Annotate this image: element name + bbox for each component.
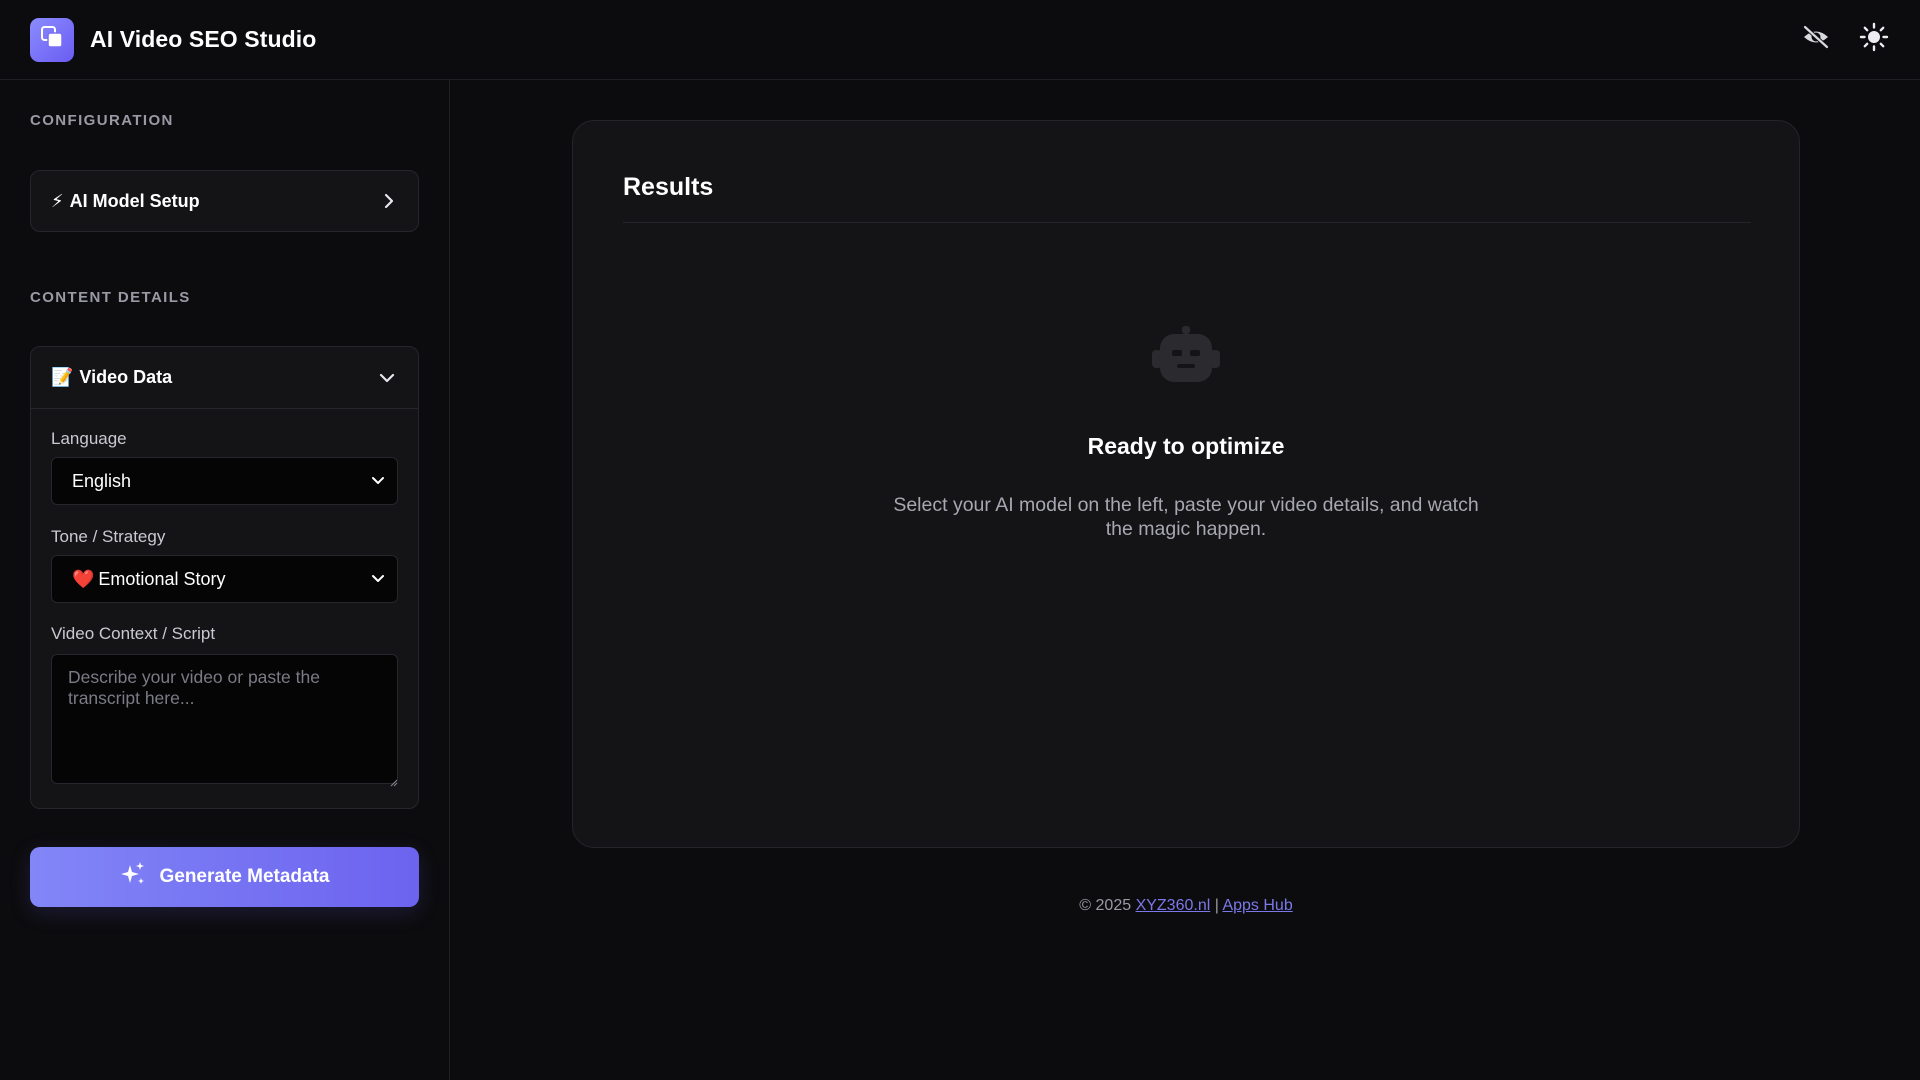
layers-icon <box>39 24 65 55</box>
results-divider <box>623 222 1751 223</box>
content-details-heading: CONTENT DETAILS <box>30 289 191 306</box>
sparkles-icon <box>119 860 147 894</box>
theme-toggle-button[interactable] <box>1858 22 1890 57</box>
language-select[interactable]: English <box>51 457 398 505</box>
tone-label: Tone / Strategy <box>51 527 166 546</box>
lightning-icon: ⚡ <box>51 190 64 211</box>
video-data-header[interactable]: 📝 Video Data <box>31 347 418 409</box>
top-header: AI Video SEO Studio <box>0 0 1920 80</box>
video-data-label: Video Data <box>79 367 173 387</box>
privacy-toggle-button[interactable] <box>1800 24 1832 56</box>
video-context-textarea[interactable] <box>51 654 398 784</box>
sidebar: CONFIGURATION ⚡ AI Model Setup CONTENT D… <box>0 80 450 1080</box>
footer-separator: | <box>1214 897 1219 914</box>
configuration-heading: CONFIGURATION <box>30 112 174 129</box>
chevron-right-icon <box>382 193 396 209</box>
footer: © 2025 XYZ360.nl | Apps Hub <box>572 897 1800 915</box>
header-actions <box>1800 22 1890 57</box>
robot-icon <box>1150 326 1222 397</box>
app-root: AI Video SEO Studio CONFIGURATION ⚡ AI M… <box>0 0 1920 1080</box>
memo-icon: 📝 <box>51 367 74 387</box>
eye-off-icon <box>1801 22 1831 57</box>
tone-selected-value: Emotional Story <box>98 568 226 589</box>
results-panel: Results Ready to optimize Select your AI… <box>572 120 1800 848</box>
tone-select[interactable]: ❤️ Emotional Story <box>51 555 398 603</box>
app-title: AI Video SEO Studio <box>90 26 317 52</box>
footer-link-xyz360[interactable]: XYZ360.nl <box>1136 897 1211 914</box>
generate-metadata-button[interactable]: Generate Metadata <box>30 847 419 907</box>
context-label: Video Context / Script <box>51 624 216 643</box>
select-chevron-icon <box>371 476 385 486</box>
ai-model-setup-label: AI Model Setup <box>69 190 200 211</box>
footer-link-apps-hub[interactable]: Apps Hub <box>1222 897 1292 914</box>
app-logo <box>30 17 74 62</box>
chevron-down-icon <box>378 371 396 385</box>
empty-state-title: Ready to optimize <box>1087 433 1285 459</box>
ai-model-setup-accordion[interactable]: ⚡ AI Model Setup <box>30 170 419 232</box>
generate-metadata-label: Generate Metadata <box>159 866 330 887</box>
language-label: Language <box>51 429 127 448</box>
results-title: Results <box>623 173 714 201</box>
resize-grip-icon[interactable] <box>390 774 398 792</box>
empty-state-description: Select your AI model on the left, paste … <box>893 494 1479 540</box>
heart-icon: ❤️ <box>72 568 95 589</box>
sun-icon <box>1859 22 1889 57</box>
video-data-accordion: 📝 Video Data Language English Tone / Str… <box>30 346 419 809</box>
select-chevron-icon <box>371 574 385 584</box>
language-selected-value: English <box>72 470 132 491</box>
footer-copyright: © 2025 <box>1079 897 1132 914</box>
